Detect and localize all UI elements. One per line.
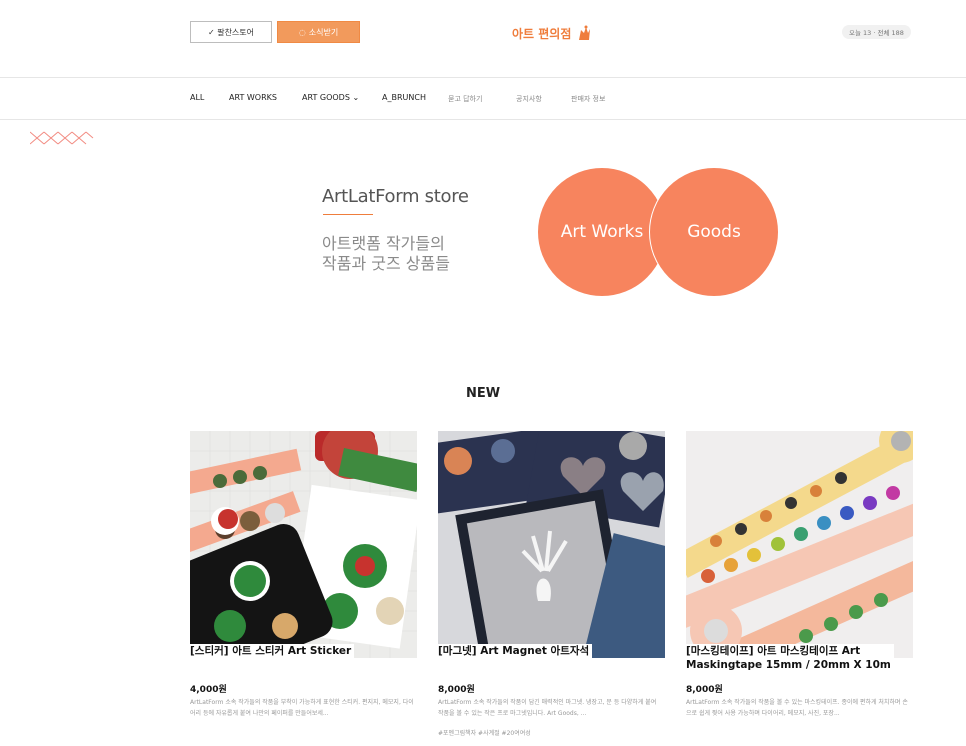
decorative-cross-pattern <box>30 131 94 145</box>
nav-item-art-goods[interactable]: ART GOODS ⌄ <box>302 93 359 102</box>
nav-item-all[interactable]: ALL <box>190 93 204 102</box>
product-image-maskingtape[interactable] <box>686 431 913 658</box>
main-nav: ALL ART WORKS ART GOODS ⌄ A_BRUNCH 묻고 답하… <box>0 79 966 120</box>
product-card[interactable]: [마그넷] Art Magnet 아트자석 8,000원 ArtLatForm … <box>438 431 665 737</box>
product-description: ArtLatForm 소속 작가들의 작품이 담긴 매력적인 마그넷. 냉장고,… <box>438 699 657 717</box>
nav-item-seller-info[interactable]: 판매자 정보 <box>571 94 605 104</box>
product-price: 8,000원 <box>438 685 475 695</box>
product-card[interactable]: [마스킹테이프] 아트 마스킹테이프 Art Maskingtape 15mm … <box>686 431 913 717</box>
product-title[interactable]: [마그넷] Art Magnet 아트자석 <box>438 644 593 658</box>
product-title[interactable]: [스티커] 아트 스티커 Art Sticker <box>190 644 355 658</box>
product-description: ArtLatForm 소속 작가들의 작품을 부착이 가능하게 표현한 스티커.… <box>190 699 414 717</box>
product-title-line1: [마스킹테이프] 아트 마스킹테이프 Art <box>686 645 861 657</box>
visitor-stats: 오늘 13 · 전체 188 <box>849 29 904 37</box>
follow-store-button[interactable]: ✓ 팔찬스토어 <box>190 21 272 43</box>
new-section-title: NEW <box>465 386 501 401</box>
nav-item-qna[interactable]: 묻고 답하기 <box>448 94 482 104</box>
bell-icon: ◌ <box>298 27 306 37</box>
visitor-stats-badge: 오늘 13 · 전체 188 <box>842 25 911 39</box>
art-works-label: Art Works <box>560 222 644 242</box>
top-bar: ✓ 팔찬스토어 ◌ 소식받기 아트 편의점 오늘 13 · 전체 188 <box>0 0 966 78</box>
brand-logo-icon <box>579 25 591 40</box>
product-price: 8,000원 <box>686 685 723 695</box>
store-brand[interactable]: 아트 편의점 <box>512 22 593 44</box>
hero-title: ArtLatForm store <box>322 186 469 207</box>
nav-item-notice[interactable]: 공지사항 <box>516 94 542 104</box>
nav-item-a-brunch[interactable]: A_BRUNCH <box>382 93 426 102</box>
product-image-sticker[interactable] <box>190 431 417 658</box>
subscribe-news-button[interactable]: ◌ 소식받기 <box>277 21 360 43</box>
subscribe-label: 소식받기 <box>308 27 339 37</box>
product-title-line2: Maskingtape 15mm / 20mm X 10m <box>686 659 891 671</box>
product-description: ArtLatForm 소속 작가들의 작품을 볼 수 있는 마스킹테이프. 종이… <box>686 699 908 717</box>
nav-item-art-works[interactable]: ART WORKS <box>229 93 277 102</box>
goods-circle-button[interactable]: Goods <box>649 167 779 297</box>
hero-divider <box>323 214 373 215</box>
brand-name: 아트 편의점 <box>512 26 572 41</box>
product-card[interactable]: [스티커] 아트 스티커 Art Sticker 4,000원 ArtLatFo… <box>190 431 417 717</box>
product-image-magnet[interactable] <box>438 431 665 658</box>
product-tags[interactable]: #포멘그림책자 #사계절 #20여여성 <box>438 728 531 737</box>
product-title[interactable]: [마스킹테이프] 아트 마스킹테이프 Art Maskingtape 15mm … <box>686 644 894 672</box>
art-works-circle-button[interactable]: Art Works <box>537 167 667 297</box>
hero-subtitle-line2: 작품과 굿즈 상품들 <box>322 254 450 273</box>
product-price: 4,000원 <box>190 685 227 695</box>
follow-label: ✓ 팔찬스토어 <box>207 27 255 37</box>
goods-label: Goods <box>687 222 741 242</box>
